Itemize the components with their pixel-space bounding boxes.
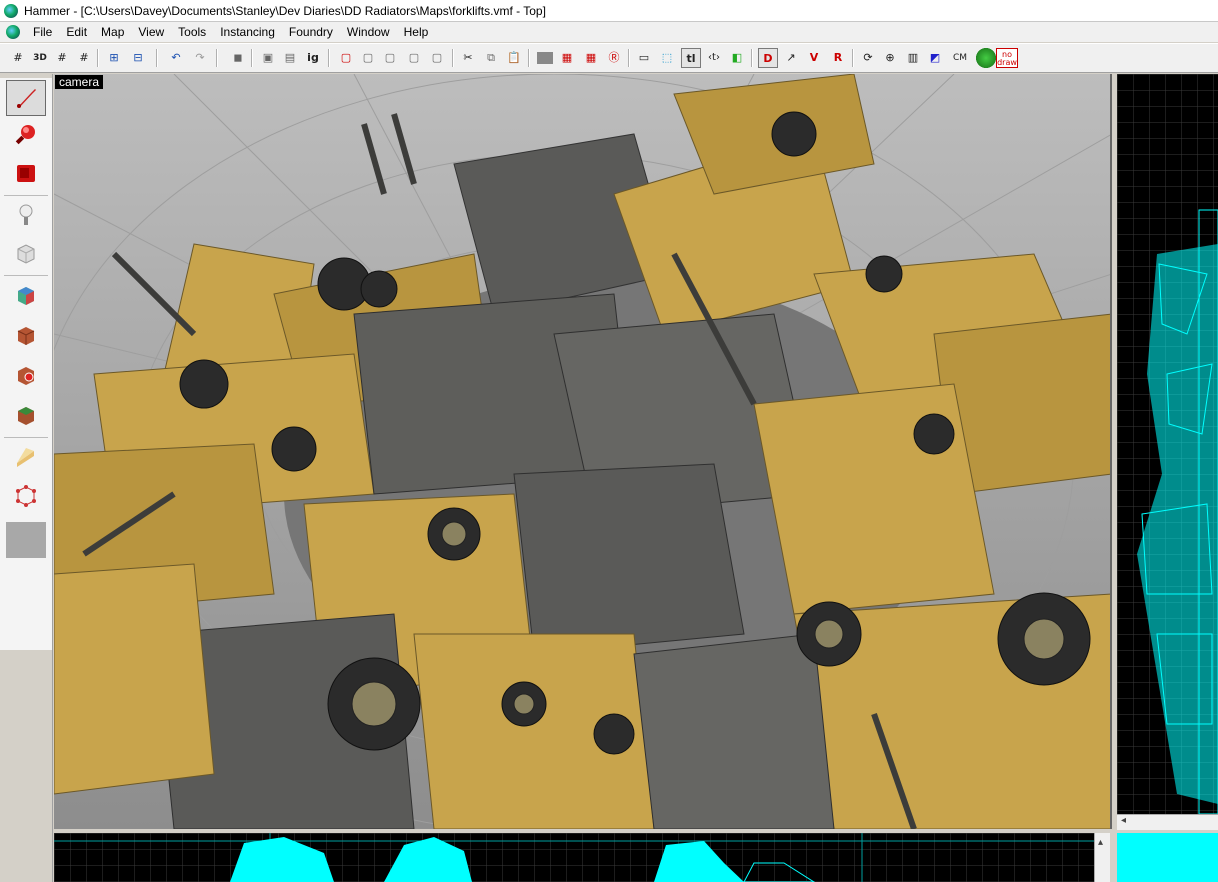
flip-icon[interactable]: ◧ xyxy=(727,48,747,68)
smaller-grid-icon[interactable]: # xyxy=(52,48,72,68)
entity-tool-button[interactable] xyxy=(6,198,46,234)
main-toolbar: # 3D # # ⊞ ⊟ ↶ ↷ ◼ ▣ ▤ ig ▢ ▢ ▢ ▢ ▢ ✂ ⧉ … xyxy=(0,43,1218,73)
hide-selected-icon[interactable]: ▢ xyxy=(336,48,356,68)
texture-scale-lock-icon[interactable]: ⊟ xyxy=(128,48,148,68)
radius-culling-icon[interactable]: Ⓡ xyxy=(604,48,624,68)
top-view-wireframe xyxy=(1117,74,1218,814)
menu-file[interactable]: File xyxy=(26,22,59,42)
decal-tool-button[interactable] xyxy=(6,358,46,394)
visgroup-show-icon[interactable]: ▢ xyxy=(427,48,447,68)
toggle-grid-icon[interactable]: # xyxy=(8,48,28,68)
texture-align-icon[interactable]: ‹t› xyxy=(704,48,724,68)
arrow-pointer-icon xyxy=(17,89,36,108)
camera-viewport[interactable]: camera xyxy=(54,74,1112,829)
selection-tool-button[interactable] xyxy=(6,80,46,116)
menu-tools[interactable]: Tools xyxy=(171,22,213,42)
selection-box-icon[interactable]: ▭ xyxy=(634,48,654,68)
bottom-2d-viewport[interactable] xyxy=(54,833,1094,882)
top-2d-viewport[interactable] xyxy=(1117,74,1218,814)
ignore-grouping-button[interactable]: ig xyxy=(303,48,323,68)
scroll-up-icon[interactable]: ▴ xyxy=(1098,837,1103,848)
entity-report-icon[interactable]: ⟳ xyxy=(858,48,878,68)
overlay-tool-button[interactable] xyxy=(6,398,46,434)
nodraw-button[interactable]: no draw xyxy=(996,48,1018,68)
sound-icon[interactable]: ▥ xyxy=(903,48,923,68)
extra-tool-button[interactable] xyxy=(6,522,46,558)
foliage-icon[interactable] xyxy=(976,48,996,68)
horizontal-scrollbar[interactable]: ◂ xyxy=(1117,814,1218,830)
cubemap-button[interactable]: CM xyxy=(948,48,972,68)
tool-palette xyxy=(0,74,53,882)
align-icon[interactable]: ↗ xyxy=(781,48,801,68)
clipping-tool-button[interactable] xyxy=(6,440,46,476)
camera-tool-button[interactable] xyxy=(6,156,46,192)
display-brushes-icon[interactable]: R xyxy=(828,48,848,68)
redo-icon[interactable]: ↷ xyxy=(190,48,210,68)
vertex-manipulation-icon xyxy=(16,485,36,507)
window-title: Hammer - [C:\Users\Davey\Documents\Stanl… xyxy=(24,3,546,18)
menu-edit[interactable]: Edit xyxy=(59,22,94,42)
magnify-tool-button[interactable] xyxy=(6,118,46,154)
ungroup-icon[interactable]: ▤ xyxy=(280,48,300,68)
texture-cube-icon xyxy=(18,287,34,305)
light-entity-icon xyxy=(19,204,33,225)
hide-items-icon[interactable] xyxy=(537,52,553,64)
display-models-icon[interactable]: D xyxy=(758,48,778,68)
decal-cube-icon xyxy=(18,367,34,385)
camera-icon xyxy=(17,165,35,182)
front-2d-viewport[interactable] xyxy=(1117,833,1218,882)
cut-icon[interactable]: ✂ xyxy=(458,48,478,68)
menu-view[interactable]: View xyxy=(131,22,171,42)
vertical-scrollbar[interactable]: ▴ xyxy=(1094,833,1110,882)
cube-icon xyxy=(17,244,35,264)
magnifier-icon xyxy=(15,125,35,145)
copy-icon[interactable]: ⧉ xyxy=(481,48,501,68)
texture-lock-toggle-button[interactable]: tl xyxy=(681,48,701,68)
hammer-app-icon xyxy=(4,3,18,18)
cordon-icon[interactable]: ◩ xyxy=(925,48,945,68)
menu-window[interactable]: Window xyxy=(340,22,397,42)
hide-unselected-icon[interactable]: ▢ xyxy=(358,48,378,68)
texture-application-tool-button[interactable] xyxy=(6,278,46,314)
toggle-3d-grid-button[interactable]: 3D xyxy=(30,48,50,68)
brick-cube-icon xyxy=(17,327,35,345)
side-view-wireframe xyxy=(54,833,1094,882)
vertex-tool-button[interactable] xyxy=(6,478,46,514)
camera-viewport-label: camera xyxy=(55,75,104,89)
undo-icon[interactable]: ↶ xyxy=(166,48,186,68)
quick-hide-icon[interactable]: ▦ xyxy=(557,48,577,68)
document-icon[interactable] xyxy=(6,25,20,39)
quick-hide-unselected-icon[interactable]: ▦ xyxy=(581,48,601,68)
show-all-icon[interactable]: ▢ xyxy=(380,48,400,68)
selection-outline-icon[interactable]: ⬚ xyxy=(657,48,677,68)
carve-icon[interactable]: ◼ xyxy=(228,48,248,68)
larger-grid-icon[interactable]: # xyxy=(74,48,94,68)
group-icon[interactable]: ▣ xyxy=(258,48,278,68)
menu-foundry[interactable]: Foundry xyxy=(282,22,340,42)
menu-bar: File Edit Map View Tools Instancing Foun… xyxy=(0,22,1218,42)
check-problems-icon[interactable]: ⊕ xyxy=(880,48,900,68)
menu-help[interactable]: Help xyxy=(397,22,436,42)
scroll-left-icon[interactable]: ◂ xyxy=(1121,815,1126,826)
camera-scene xyxy=(54,74,1110,829)
menu-map[interactable]: Map xyxy=(94,22,131,42)
title-bar: Hammer - [C:\Users\Davey\Documents\Stanl… xyxy=(0,0,1218,22)
clip-icon xyxy=(17,448,34,467)
paste-icon[interactable]: 📋 xyxy=(504,48,524,68)
menu-instancing[interactable]: Instancing xyxy=(213,22,282,42)
visgroup-icon[interactable]: ▢ xyxy=(404,48,424,68)
vertex-icon[interactable]: V xyxy=(804,48,824,68)
block-tool-button[interactable] xyxy=(6,236,46,272)
overlay-cube-icon xyxy=(18,407,34,425)
apply-current-texture-tool-button[interactable] xyxy=(6,318,46,354)
texture-lock-icon[interactable]: ⊞ xyxy=(104,48,124,68)
